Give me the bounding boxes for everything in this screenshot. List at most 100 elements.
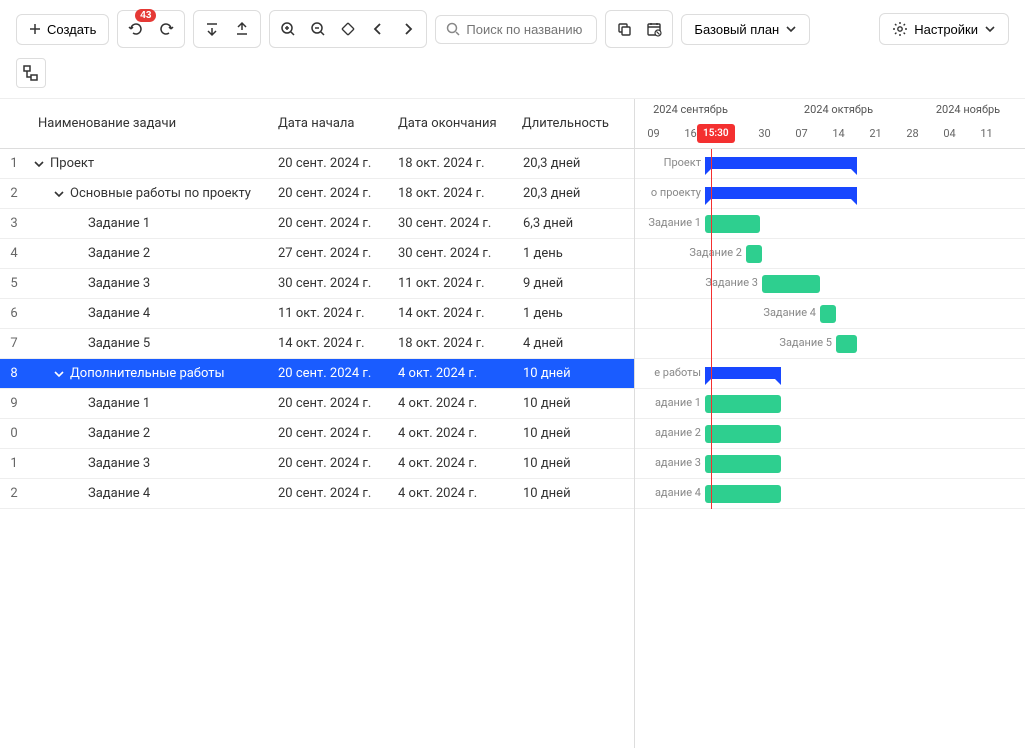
task-name-cell[interactable]: Задание 2 xyxy=(28,246,268,261)
task-name-cell[interactable]: Задание 4 xyxy=(28,306,268,321)
task-end[interactable]: 4 окт. 2024 г. xyxy=(388,366,513,381)
task-duration[interactable]: 1 день xyxy=(513,246,623,261)
col-name-header[interactable]: Наименование задачи xyxy=(28,99,268,148)
task-end[interactable]: 18 окт. 2024 г. xyxy=(388,156,513,171)
copy-button[interactable] xyxy=(610,15,638,43)
baseline-button[interactable]: Базовый план xyxy=(681,14,810,45)
task-start[interactable]: 20 сент. 2024 г. xyxy=(268,456,388,471)
gantt-row[interactable]: о проекту xyxy=(635,179,1025,209)
task-name-cell[interactable]: Задание 1 xyxy=(28,396,268,411)
task-duration[interactable]: 10 дней xyxy=(513,426,623,441)
fit-button[interactable] xyxy=(334,15,362,43)
table-row[interactable]: 2Задание 420 сент. 2024 г.4 окт. 2024 г.… xyxy=(0,479,634,509)
caret-down-icon[interactable] xyxy=(54,189,64,199)
task-duration[interactable]: 10 дней xyxy=(513,366,623,381)
gantt-row[interactable]: адание 3 xyxy=(635,449,1025,479)
task-bar[interactable] xyxy=(836,335,857,353)
task-name-cell[interactable]: Задание 3 xyxy=(28,456,268,471)
task-start[interactable]: 20 сент. 2024 г. xyxy=(268,366,388,381)
task-bar[interactable] xyxy=(820,305,836,323)
task-start[interactable]: 20 сент. 2024 г. xyxy=(268,486,388,501)
table-row[interactable]: 9Задание 120 сент. 2024 г.4 окт. 2024 г.… xyxy=(0,389,634,419)
task-start[interactable]: 30 сент. 2024 г. xyxy=(268,276,388,291)
task-duration[interactable]: 6,3 дней xyxy=(513,216,623,231)
task-end[interactable]: 4 окт. 2024 г. xyxy=(388,456,513,471)
task-duration[interactable]: 10 дней xyxy=(513,486,623,501)
gantt-row[interactable]: Задание 4 xyxy=(635,299,1025,329)
col-dur-header[interactable]: Длительность xyxy=(513,99,623,148)
task-duration[interactable]: 20,3 дней xyxy=(513,156,623,171)
task-start[interactable]: 14 окт. 2024 г. xyxy=(268,336,388,351)
task-duration[interactable]: 1 день xyxy=(513,306,623,321)
task-end[interactable]: 30 сент. 2024 г. xyxy=(388,246,513,261)
summary-bar[interactable] xyxy=(705,187,857,199)
task-start[interactable]: 20 сент. 2024 г. xyxy=(268,156,388,171)
search-wrap[interactable] xyxy=(435,15,597,44)
task-start[interactable]: 27 сент. 2024 г. xyxy=(268,246,388,261)
gantt-row[interactable]: Задание 5 xyxy=(635,329,1025,359)
caret-down-icon[interactable] xyxy=(54,369,64,379)
prev-button[interactable] xyxy=(364,15,392,43)
indent-button[interactable] xyxy=(228,15,256,43)
col-start-header[interactable]: Дата начала xyxy=(268,99,388,148)
task-end[interactable]: 30 сент. 2024 г. xyxy=(388,216,513,231)
gantt-row[interactable]: е работы xyxy=(635,359,1025,389)
task-name-cell[interactable]: Задание 4 xyxy=(28,486,268,501)
create-button[interactable]: Создать xyxy=(16,14,109,45)
zoom-out-button[interactable] xyxy=(304,15,332,43)
task-start[interactable]: 20 сент. 2024 г. xyxy=(268,426,388,441)
task-bar[interactable] xyxy=(762,275,820,293)
task-bar[interactable] xyxy=(705,425,781,443)
task-name-cell[interactable]: Задание 5 xyxy=(28,336,268,351)
calendar-button[interactable] xyxy=(640,15,668,43)
zoom-in-button[interactable] xyxy=(274,15,302,43)
table-row[interactable]: 1Задание 320 сент. 2024 г.4 окт. 2024 г.… xyxy=(0,449,634,479)
task-end[interactable]: 4 окт. 2024 г. xyxy=(388,486,513,501)
task-end[interactable]: 18 окт. 2024 г. xyxy=(388,186,513,201)
task-end[interactable]: 11 окт. 2024 г. xyxy=(388,276,513,291)
settings-button[interactable]: Настройки xyxy=(879,13,1009,45)
gantt-row[interactable]: адание 1 xyxy=(635,389,1025,419)
task-start[interactable]: 11 окт. 2024 г. xyxy=(268,306,388,321)
gantt-row[interactable]: Задание 3 xyxy=(635,269,1025,299)
summary-bar[interactable] xyxy=(705,367,781,379)
table-row[interactable]: 5Задание 330 сент. 2024 г.11 окт. 2024 г… xyxy=(0,269,634,299)
table-row[interactable]: 7Задание 514 окт. 2024 г.18 окт. 2024 г.… xyxy=(0,329,634,359)
task-duration[interactable]: 20,3 дней xyxy=(513,186,623,201)
gantt-row[interactable]: Задание 2 xyxy=(635,239,1025,269)
gantt-row[interactable]: Задание 1 xyxy=(635,209,1025,239)
table-row[interactable]: 0Задание 220 сент. 2024 г.4 окт. 2024 г.… xyxy=(0,419,634,449)
structure-view-button[interactable] xyxy=(16,58,46,88)
gantt-row[interactable]: адание 2 xyxy=(635,419,1025,449)
gantt-row[interactable]: Проект xyxy=(635,149,1025,179)
task-bar[interactable] xyxy=(705,395,781,413)
gantt-row[interactable]: адание 4 xyxy=(635,479,1025,509)
task-duration[interactable]: 4 дней xyxy=(513,336,623,351)
task-bar[interactable] xyxy=(705,215,760,233)
task-duration[interactable]: 9 дней xyxy=(513,276,623,291)
task-bar[interactable] xyxy=(705,455,781,473)
undo-button[interactable]: 43 xyxy=(122,15,150,43)
task-name-cell[interactable]: Задание 1 xyxy=(28,216,268,231)
search-input[interactable] xyxy=(466,22,586,37)
task-name-cell[interactable]: Проект xyxy=(28,156,268,171)
outdent-button[interactable] xyxy=(198,15,226,43)
task-end[interactable]: 4 окт. 2024 г. xyxy=(388,396,513,411)
redo-button[interactable] xyxy=(152,15,180,43)
caret-down-icon[interactable] xyxy=(34,159,44,169)
table-row[interactable]: 4Задание 227 сент. 2024 г.30 сент. 2024 … xyxy=(0,239,634,269)
gantt-body[interactable]: Проекто проектуЗадание 1Задание 2Задание… xyxy=(635,149,1025,509)
task-start[interactable]: 20 сент. 2024 г. xyxy=(268,396,388,411)
task-bar[interactable] xyxy=(705,485,781,503)
next-button[interactable] xyxy=(394,15,422,43)
task-duration[interactable]: 10 дней xyxy=(513,396,623,411)
task-name-cell[interactable]: Основные работы по проекту xyxy=(28,186,268,201)
table-row[interactable]: 2Основные работы по проекту20 сент. 2024… xyxy=(0,179,634,209)
task-name-cell[interactable]: Задание 2 xyxy=(28,426,268,441)
task-bar[interactable] xyxy=(746,245,762,263)
task-end[interactable]: 4 окт. 2024 г. xyxy=(388,426,513,441)
table-row[interactable]: 8Дополнительные работы20 сент. 2024 г.4 … xyxy=(0,359,634,389)
table-row[interactable]: 1Проект20 сент. 2024 г.18 окт. 2024 г.20… xyxy=(0,149,634,179)
summary-bar[interactable] xyxy=(705,157,857,169)
task-end[interactable]: 14 окт. 2024 г. xyxy=(388,306,513,321)
